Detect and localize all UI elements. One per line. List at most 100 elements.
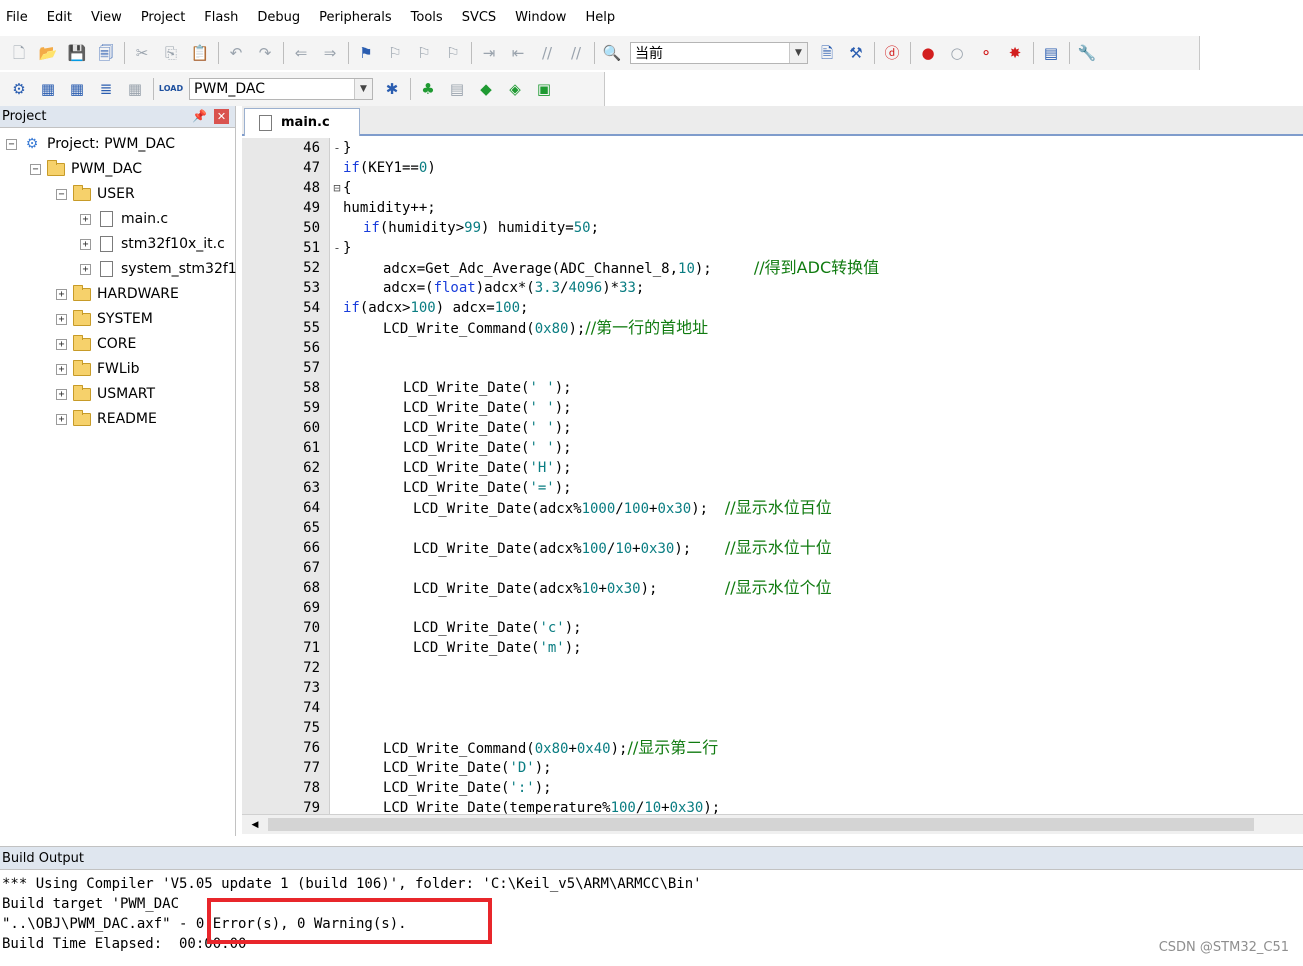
- batch-build-icon[interactable]: ≣: [95, 78, 117, 100]
- target-options-icon[interactable]: ✱: [381, 78, 403, 100]
- expand-icon[interactable]: +: [56, 338, 67, 350]
- code-line[interactable]: 68 LCD_Write_Date(adcx%10+0x30); //显示水位个位: [242, 578, 1303, 598]
- open-file-icon[interactable]: 📂: [37, 42, 59, 64]
- menu-peripherals[interactable]: Peripherals: [319, 0, 401, 36]
- code-line[interactable]: 48 ⊟{: [242, 178, 1303, 198]
- code-line[interactable]: 50 if(humidity>99) humidity=50;: [242, 218, 1303, 238]
- pin-icon[interactable]: 📌: [192, 109, 207, 123]
- code-line[interactable]: 47 if(KEY1==0): [242, 158, 1303, 178]
- nav-back-icon[interactable]: ⇐: [290, 42, 312, 64]
- scroll-left-icon[interactable]: ◀: [248, 817, 262, 832]
- tree-item[interactable]: + README: [56, 407, 157, 431]
- chevron-down-icon[interactable]: ▼: [789, 43, 807, 63]
- window-layout-icon[interactable]: ▤: [1040, 42, 1062, 64]
- chevron-down-icon[interactable]: ▼: [354, 79, 372, 99]
- tree-item[interactable]: + main.c: [80, 207, 168, 231]
- rebuild-icon[interactable]: ▦: [66, 78, 88, 100]
- debug-session-icon[interactable]: ⓓ: [881, 42, 903, 64]
- code-line[interactable]: 77 LCD_Write_Date('D');: [242, 758, 1303, 778]
- code-line[interactable]: 65: [242, 518, 1303, 538]
- copy-icon[interactable]: ⎘: [160, 42, 182, 64]
- code-line[interactable]: 46-}: [242, 138, 1303, 158]
- code-line[interactable]: 61 LCD_Write_Date(' ');: [242, 438, 1303, 458]
- menu-svcs[interactable]: SVCS: [462, 0, 505, 36]
- expand-icon[interactable]: +: [56, 413, 67, 425]
- tree-item[interactable]: + system_stm32f1: [80, 257, 236, 281]
- editor-scrollbar[interactable]: ◀: [242, 814, 1303, 834]
- code-line[interactable]: 60 LCD_Write_Date(' ');: [242, 418, 1303, 438]
- target-select[interactable]: PWM_DAC ▼: [189, 78, 373, 100]
- cut-icon[interactable]: ✂: [131, 42, 153, 64]
- menu-debug[interactable]: Debug: [257, 0, 309, 36]
- disable-breakpoint-icon[interactable]: ○: [946, 42, 968, 64]
- code-line[interactable]: 53 adcx=(float)adcx*(3.3/4096)*33;: [242, 278, 1303, 298]
- disable-all-breakpoints-icon[interactable]: ⚬: [975, 42, 997, 64]
- code-line[interactable]: 49 humidity++;: [242, 198, 1303, 218]
- expand-icon[interactable]: +: [56, 288, 67, 300]
- code-line[interactable]: 57: [242, 358, 1303, 378]
- code-line[interactable]: 79 LCD_Write_Date(temperature%100/10+0x30…: [242, 798, 1303, 814]
- scroll-thumb[interactable]: [268, 818, 1254, 831]
- code-line[interactable]: 54 if(adcx>100) adcx=100;: [242, 298, 1303, 318]
- menu-file[interactable]: File: [6, 0, 37, 36]
- code-line[interactable]: 76 LCD_Write_Command(0x80+0x40);//显示第二行: [242, 738, 1303, 758]
- tree-item[interactable]: + FWLib: [56, 357, 139, 381]
- collapse-icon[interactable]: −: [30, 163, 41, 175]
- code-line[interactable]: 55 LCD_Write_Command(0x80);//第一行的首地址: [242, 318, 1303, 338]
- expand-icon[interactable]: +: [56, 363, 67, 375]
- find-combo[interactable]: 当前 ▼: [630, 42, 808, 64]
- code-line[interactable]: 67: [242, 558, 1303, 578]
- code-line[interactable]: 72: [242, 658, 1303, 678]
- code-line[interactable]: 63 LCD_Write_Date('=');: [242, 478, 1303, 498]
- code-line[interactable]: 62 LCD_Write_Date('H');: [242, 458, 1303, 478]
- undo-icon[interactable]: ↶: [225, 42, 247, 64]
- code-line[interactable]: 73: [242, 678, 1303, 698]
- menu-flash[interactable]: Flash: [204, 0, 247, 36]
- find-icon[interactable]: 🗎: [816, 42, 838, 64]
- code-line[interactable]: 58 LCD_Write_Date(' ');: [242, 378, 1303, 398]
- code-line[interactable]: 52 adcx=Get_Adc_Average(ADC_Channel_8,10)…: [242, 258, 1303, 278]
- new-file-icon[interactable]: 🗋: [8, 42, 30, 64]
- save-all-icon[interactable]: 🗐: [95, 42, 117, 64]
- build-icon[interactable]: ▦: [37, 78, 59, 100]
- close-icon[interactable]: ✕: [214, 109, 229, 124]
- code-line[interactable]: 78 LCD_Write_Date(':');: [242, 778, 1303, 798]
- paste-icon[interactable]: 📋: [189, 42, 211, 64]
- next-bookmark-icon[interactable]: ⚐: [413, 42, 435, 64]
- tree-item[interactable]: − USER: [56, 182, 135, 206]
- tree-item[interactable]: − ⚙ Project: PWM_DAC: [6, 132, 175, 156]
- menu-window[interactable]: Window: [515, 0, 575, 36]
- download-icon[interactable]: LOAD: [159, 78, 183, 100]
- select-device-icon[interactable]: ◈: [504, 78, 526, 100]
- comment-icon[interactable]: //: [536, 42, 558, 64]
- fold-collapse-icon[interactable]: ⊟: [331, 178, 343, 198]
- code-line[interactable]: 71 LCD_Write_Date('m');: [242, 638, 1303, 658]
- tree-item[interactable]: + stm32f10x_it.c: [80, 232, 225, 256]
- code-line[interactable]: 59 LCD_Write_Date(' ');: [242, 398, 1303, 418]
- manage-components-icon[interactable]: ♣: [417, 78, 439, 100]
- stop-build-icon[interactable]: ▦: [124, 78, 146, 100]
- expand-icon[interactable]: +: [80, 263, 91, 275]
- code-line[interactable]: 75: [242, 718, 1303, 738]
- bookmark-icon[interactable]: ⚑: [355, 42, 377, 64]
- collapse-icon[interactable]: −: [6, 138, 17, 150]
- collapse-icon[interactable]: −: [56, 188, 67, 200]
- clear-bookmarks-icon[interactable]: ⚐: [442, 42, 464, 64]
- pack-installer-icon[interactable]: ◆: [475, 78, 497, 100]
- breakpoint-icon[interactable]: ●: [917, 42, 939, 64]
- code-line[interactable]: 74: [242, 698, 1303, 718]
- menu-tools[interactable]: Tools: [411, 0, 452, 36]
- menu-edit[interactable]: Edit: [47, 0, 81, 36]
- incremental-find-icon[interactable]: ⚒: [845, 42, 867, 64]
- prev-bookmark-icon[interactable]: ⚐: [384, 42, 406, 64]
- find-in-files-icon[interactable]: 🔍: [601, 42, 623, 64]
- indent-icon[interactable]: ⇥: [478, 42, 500, 64]
- expand-icon[interactable]: +: [56, 313, 67, 325]
- code-line[interactable]: 66 LCD_Write_Date(adcx%100/10+0x30); //显示…: [242, 538, 1303, 558]
- uncomment-icon[interactable]: //: [565, 42, 587, 64]
- menu-project[interactable]: Project: [141, 0, 194, 36]
- tree-item[interactable]: + CORE: [56, 332, 136, 356]
- expand-icon[interactable]: +: [56, 388, 67, 400]
- configure-icon[interactable]: 🔧: [1076, 42, 1098, 64]
- menu-view[interactable]: View: [91, 0, 131, 36]
